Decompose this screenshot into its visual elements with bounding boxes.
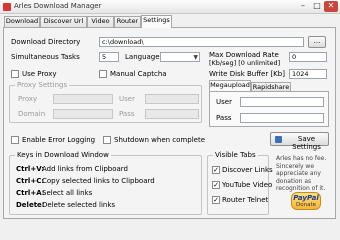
- save-settings-button[interactable]: Save Settings: [270, 132, 329, 151]
- proxy-label: Proxy: [18, 95, 38, 103]
- browse-button[interactable]: ...: [308, 36, 326, 48]
- proxy-settings-group: Proxy Settings Proxy User Domain Pass: [9, 81, 202, 123]
- discover-links-label: Discover Links: [222, 166, 273, 174]
- simultaneous-tasks-label: Simultaneous Tasks: [11, 53, 80, 61]
- paypal-label: PayPal: [293, 194, 319, 202]
- key-name: Ctrl+V:: [16, 165, 45, 173]
- donate-text: Arles has no fee. Sincerely we appreciat…: [276, 155, 327, 192]
- manual-captcha-checkbox[interactable]: [99, 70, 107, 78]
- use-proxy-label: Use Proxy: [22, 70, 57, 78]
- save-icon: [275, 136, 282, 143]
- key-name: Ctrl+A:: [16, 189, 45, 197]
- tab-discover-url[interactable]: Discover Url: [40, 16, 87, 27]
- visible-tabs-group: Visible Tabs ✓ Discover Links ✓ YouTube …: [207, 151, 273, 215]
- paypal-donate-button[interactable]: PayPal Donate: [291, 192, 321, 210]
- settings-panel: Download Directory c:\download\ ... Simu…: [3, 27, 336, 219]
- max-download-rate-label: Max Download Rate: [209, 51, 279, 59]
- proxy-settings-title: Proxy Settings: [15, 81, 70, 89]
- tab-router[interactable]: Router: [114, 16, 141, 27]
- window-title: Arles Download Manager: [14, 2, 102, 10]
- key-desc: Select all links: [42, 189, 93, 197]
- key-desc: Add links from Clipboard: [42, 165, 128, 173]
- visible-tabs-title: Visible Tabs: [213, 151, 258, 159]
- account-pass-label: Pass: [216, 114, 232, 122]
- key-row: Delete:Delete selected links: [16, 201, 115, 209]
- proxy-input[interactable]: [53, 94, 113, 104]
- enable-error-logging-checkbox[interactable]: [11, 136, 19, 144]
- maximize-button[interactable]: □: [310, 1, 324, 12]
- simultaneous-tasks-input[interactable]: 5: [99, 52, 119, 62]
- key-row: Ctrl+C:Copy selected links to Clipboard: [16, 177, 155, 185]
- keys-title: Keys in Download Window: [15, 151, 111, 159]
- shutdown-checkbox[interactable]: [103, 136, 111, 144]
- proxy-domain-label: Domain: [18, 110, 46, 118]
- account-user-input[interactable]: [240, 97, 324, 107]
- router-telnet-checkbox[interactable]: ✓: [212, 196, 220, 204]
- key-name: Ctrl+C:: [16, 177, 45, 185]
- download-directory-label: Download Directory: [11, 38, 81, 46]
- key-row: Ctrl+A:Select all links: [16, 189, 92, 197]
- language-select[interactable]: ▼: [160, 52, 200, 62]
- proxy-domain-input[interactable]: [53, 109, 113, 119]
- tab-megaupload[interactable]: Megaupload: [209, 80, 251, 91]
- use-proxy-checkbox[interactable]: [11, 70, 19, 78]
- write-disk-buffer-input[interactable]: 1024: [289, 69, 327, 79]
- account-pass-input[interactable]: [240, 113, 324, 123]
- youtube-video-label: YouTube Video: [222, 181, 273, 189]
- enable-error-logging-label: Enable Error Logging: [22, 136, 96, 144]
- max-download-rate-input[interactable]: 0: [289, 52, 327, 62]
- language-label: Language: [125, 53, 160, 61]
- discover-links-checkbox[interactable]: ✓: [212, 166, 220, 174]
- proxy-pass-label: Pass: [119, 110, 135, 118]
- minimize-button[interactable]: –: [296, 1, 310, 12]
- close-button[interactable]: ✕: [324, 1, 338, 12]
- router-telnet-label: Router Telnet: [222, 196, 269, 204]
- max-download-rate-unit: [Kb/seg] [0 unlimited]: [209, 59, 281, 67]
- key-desc: Delete selected links: [42, 201, 116, 209]
- app-icon: [3, 3, 11, 11]
- key-desc: Copy selected links to Clipboard: [42, 177, 155, 185]
- youtube-video-checkbox[interactable]: ✓: [212, 181, 220, 189]
- save-settings-label: Save Settings: [292, 135, 321, 151]
- account-panel: User Pass: [209, 91, 329, 127]
- shutdown-label: Shutdown when complete: [114, 136, 205, 144]
- key-row: Ctrl+V:Add links from Clipboard: [16, 165, 128, 173]
- title-bar: Arles Download Manager – □ ✕: [0, 0, 340, 14]
- account-user-label: User: [216, 98, 232, 106]
- donate-label: Donate: [296, 202, 316, 208]
- proxy-user-label: User: [119, 95, 135, 103]
- tab-rapidshare[interactable]: Rapidshare: [251, 82, 291, 91]
- download-directory-input[interactable]: c:\download\: [99, 37, 304, 47]
- key-name: Delete:: [16, 201, 45, 209]
- proxy-user-input[interactable]: [145, 94, 199, 104]
- tab-settings[interactable]: Settings: [141, 15, 172, 28]
- manual-captcha-label: Manual Captcha: [110, 70, 167, 78]
- tab-download[interactable]: Download: [4, 16, 40, 27]
- proxy-pass-input[interactable]: [145, 109, 199, 119]
- write-disk-buffer-label: Write Disk Buffer [Kb]: [209, 70, 285, 78]
- keys-group: Keys in Download Window Ctrl+V:Add links…: [9, 151, 202, 215]
- chevron-down-icon: ▼: [193, 54, 198, 61]
- tab-video[interactable]: Video: [87, 16, 114, 27]
